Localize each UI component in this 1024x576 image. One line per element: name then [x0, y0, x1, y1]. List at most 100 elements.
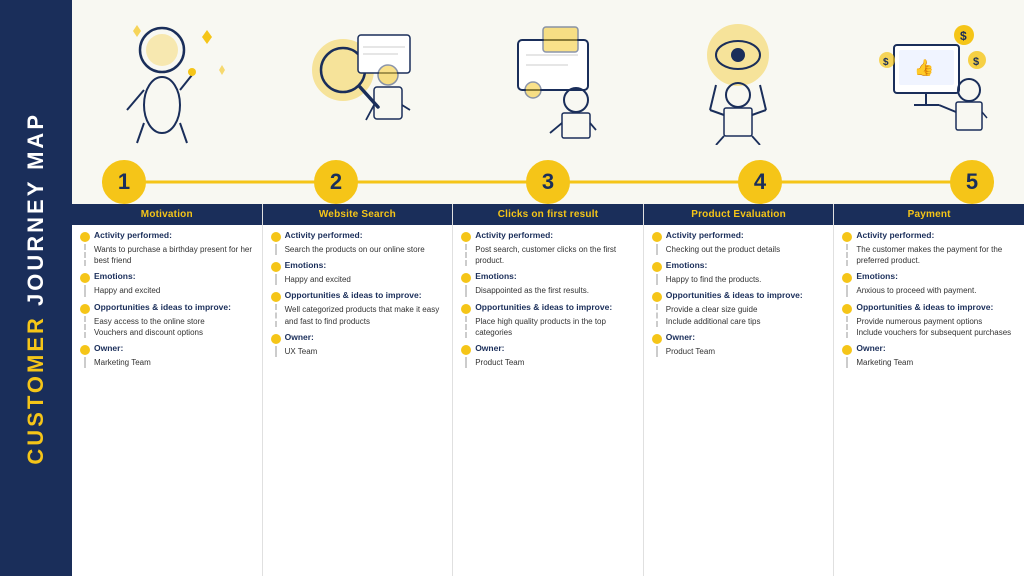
column-body-3: Activity performed: Post search, customer… — [453, 225, 643, 576]
sidebar-title: CUSTOMER JOURNEY MAP — [25, 112, 47, 465]
step-2: 2 — [314, 160, 358, 204]
section-header-3-4: Owner: — [461, 343, 635, 355]
section-content-3-4: Product Team — [465, 357, 635, 368]
section-2-4: Owner: UX Team — [271, 332, 445, 357]
section-content-5-1: The customer makes the payment for the p… — [846, 244, 1016, 266]
bullet-dot-3-4 — [461, 345, 471, 355]
section-header-2-4: Owner: — [271, 332, 445, 344]
section-title-1-2: Emotions: — [94, 271, 136, 282]
illus-1 — [72, 0, 262, 160]
column-body-4: Activity performed: Checking out the prod… — [644, 225, 834, 576]
section-content-5-4: Marketing Team — [846, 357, 1016, 368]
bullet-dot-3-2 — [461, 273, 471, 283]
section-header-1-4: Owner: — [80, 343, 254, 355]
section-content-1-4: Marketing Team — [84, 357, 254, 368]
section-header-4-3: Opportunities & ideas to improve: — [652, 290, 826, 302]
section-4-3: Opportunities & ideas to improve:Provide… — [652, 290, 826, 326]
section-title-1-1: Activity performed: — [94, 230, 172, 241]
section-title-5-2: Emotions: — [856, 271, 898, 282]
section-title-3-3: Opportunities & ideas to improve: — [475, 302, 612, 313]
svg-text:$: $ — [883, 57, 889, 68]
section-title-2-3: Opportunities & ideas to improve: — [285, 290, 422, 301]
bullet-dot-2-2 — [271, 262, 281, 272]
bullet-dot-2-4 — [271, 334, 281, 344]
section-content-4-4: Product Team — [656, 346, 826, 357]
bullet-dot-2-3 — [271, 292, 281, 302]
section-title-3-1: Activity performed: — [475, 230, 553, 241]
step-4: 4 — [738, 160, 782, 204]
section-content-1-1: Wants to purchase a birthday present for… — [84, 244, 254, 266]
section-header-2-2: Emotions: — [271, 260, 445, 272]
section-content-5-3: Provide numerous payment options Include… — [846, 316, 1016, 338]
illus-3 — [453, 0, 643, 160]
bullet-dot-1-1 — [80, 232, 90, 242]
section-title-2-4: Owner: — [285, 332, 314, 343]
svg-text:$: $ — [973, 56, 979, 68]
section-5-4: Owner: Marketing Team — [842, 343, 1016, 368]
column-body-5: Activity performed: The customer makes th… — [834, 225, 1024, 576]
section-2-2: Emotions: Happy and excited — [271, 260, 445, 285]
column-3: Clicks on first result Activity performed… — [453, 204, 644, 576]
step-1: 1 — [102, 160, 146, 204]
section-title-4-3: Opportunities & ideas to improve: — [666, 290, 803, 301]
section-header-3-3: Opportunities & ideas to improve: — [461, 302, 635, 314]
column-body-1: Activity performed: Wants to purchase a b… — [72, 225, 262, 576]
section-title-5-4: Owner: — [856, 343, 885, 354]
section-content-2-3: Well categorized products that make it e… — [275, 304, 445, 326]
column-header-3: Clicks on first result — [453, 204, 643, 225]
section-header-5-1: Activity performed: — [842, 230, 1016, 242]
section-3-2: Emotions:Disappointed as the first resul… — [461, 271, 635, 296]
illus-search-svg — [298, 15, 418, 145]
bullet-dot-1-2 — [80, 273, 90, 283]
section-1-1: Activity performed: Wants to purchase a b… — [80, 230, 254, 266]
illus-4 — [643, 0, 833, 160]
section-content-1-3: Easy access to the online store Vouchers… — [84, 316, 254, 338]
section-3-3: Opportunities & ideas to improve:Place h… — [461, 302, 635, 338]
sidebar-journey: JOURNEY MAP — [23, 112, 48, 315]
column-header-5: Payment — [834, 204, 1024, 225]
section-content-5-2: Anxious to proceed with payment. — [846, 285, 1016, 296]
section-1-2: Emotions:Happy and excited — [80, 271, 254, 296]
step-3: 3 — [526, 160, 570, 204]
section-title-1-3: Opportunities & ideas to improve: — [94, 302, 231, 313]
section-5-3: Opportunities & ideas to improve: Provide… — [842, 302, 1016, 338]
section-content-2-2: Happy and excited — [275, 274, 445, 285]
section-title-5-3: Opportunities & ideas to improve: — [856, 302, 993, 313]
section-content-3-1: Post search, customer clicks on the firs… — [465, 244, 635, 266]
section-3-4: Owner: Product Team — [461, 343, 635, 368]
section-header-3-1: Activity performed: — [461, 230, 635, 242]
bullet-dot-2-1 — [271, 232, 281, 242]
section-title-4-1: Activity performed: — [666, 230, 744, 241]
bullet-dot-1-3 — [80, 304, 90, 314]
section-3-1: Activity performed: Post search, customer… — [461, 230, 635, 266]
illus-5: 👍 $ $ $ — [834, 0, 1024, 160]
sidebar-customer: CUSTOMER — [23, 315, 48, 465]
section-header-4-1: Activity performed: — [652, 230, 826, 242]
section-1-4: Owner: Marketing Team — [80, 343, 254, 368]
bullet-dot-4-4 — [652, 334, 662, 344]
illus-eval-svg — [678, 15, 798, 145]
column-header-2: Website Search — [263, 204, 453, 225]
illustrations-row: 👍 $ $ $ — [72, 0, 1024, 160]
column-header-4: Product Evaluation — [644, 204, 834, 225]
bullet-dot-5-4 — [842, 345, 852, 355]
bullet-dot-5-1 — [842, 232, 852, 242]
section-content-4-2: Happy to find the products. — [656, 274, 826, 285]
section-header-2-3: Opportunities & ideas to improve: — [271, 290, 445, 302]
bullet-dot-1-4 — [80, 345, 90, 355]
column-2: Website SearchActivity performed:Search … — [263, 204, 454, 576]
svg-text:👍: 👍 — [914, 58, 934, 77]
section-header-4-2: Emotions: — [652, 260, 826, 272]
section-content-2-4: UX Team — [275, 346, 445, 357]
section-4-1: Activity performed: Checking out the prod… — [652, 230, 826, 255]
main-content: 👍 $ $ $ 1 2 3 — [72, 0, 1024, 576]
section-4-4: Owner:Product Team — [652, 332, 826, 357]
section-title-4-2: Emotions: — [666, 260, 708, 271]
section-content-4-1: Checking out the product details — [656, 244, 826, 255]
column-5: Payment Activity performed: The customer m… — [834, 204, 1024, 576]
section-title-5-1: Activity performed: — [856, 230, 934, 241]
section-header-1-1: Activity performed: — [80, 230, 254, 242]
timeline-steps: 1 2 3 4 5 — [102, 160, 994, 204]
section-header-5-2: Emotions: — [842, 271, 1016, 283]
bullet-dot-4-3 — [652, 292, 662, 302]
